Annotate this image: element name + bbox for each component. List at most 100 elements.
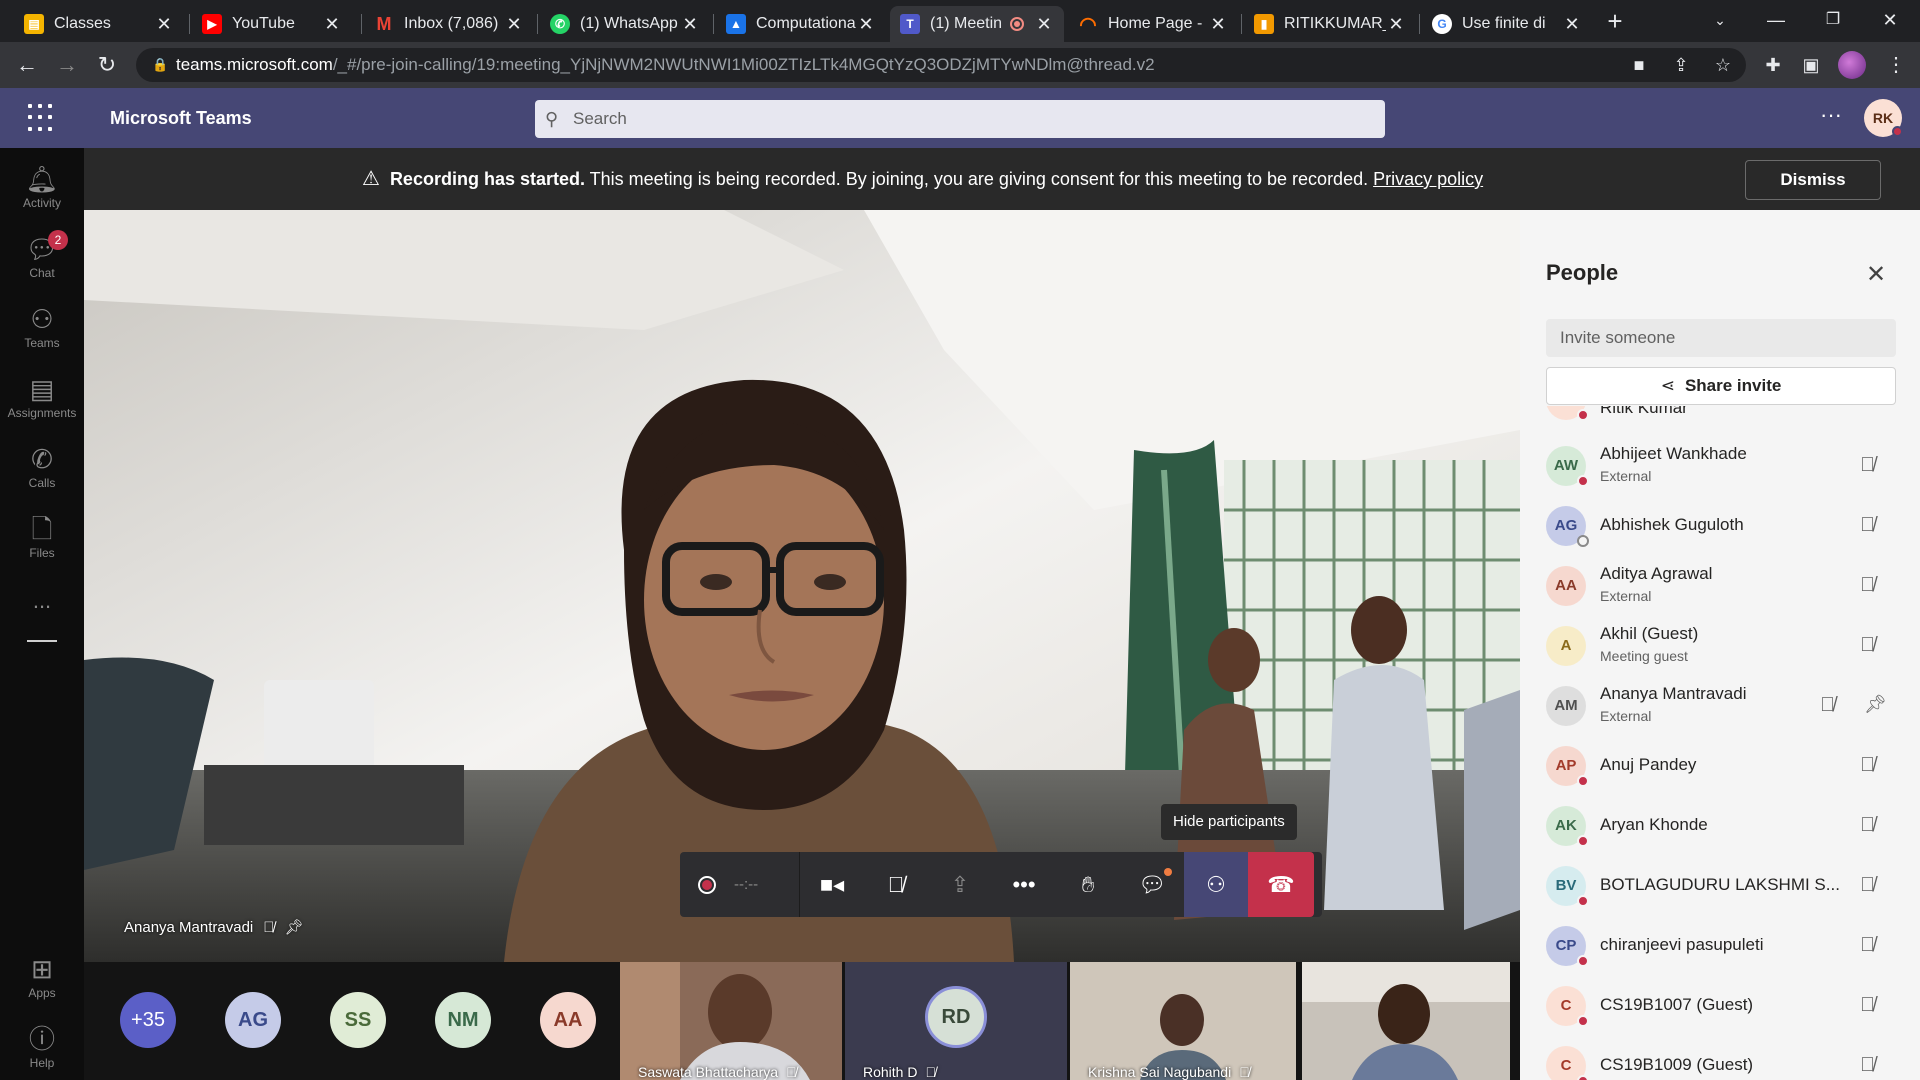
close-tab-icon[interactable]: ✕ [1034, 14, 1054, 35]
participant-name: Saswata Bhattacharya 🎙̸ [638, 1064, 797, 1080]
rail-item-assignments[interactable]: ▤ Assignments [0, 364, 84, 434]
participant-row[interactable]: C CS19B1009 (Guest) 🎙̸ [1520, 1036, 1920, 1080]
speaker-name-label: Ananya Mantravadi 🎙̸ 📌︎ [124, 918, 304, 936]
close-tab-icon[interactable]: ✕ [1562, 14, 1582, 35]
browser-tab-ritikkumar[interactable]: ▮ RITIKKUMAR_ ✕ [1244, 6, 1416, 42]
share-icon[interactable]: ⇪ [1666, 50, 1696, 80]
more-actions-button[interactable]: ••• [992, 852, 1056, 917]
youtube-icon: ▶ [202, 14, 222, 34]
participant-row[interactable]: BV BOTLAGUDURU LAKSHMI S... 🎙̸ [1520, 856, 1920, 916]
user-avatar[interactable]: RK [1864, 99, 1903, 137]
video-tile[interactable]: RD Rohith D 🎙̸ [845, 962, 1067, 1080]
pin-icon[interactable]: 📌︎ [1864, 694, 1887, 715]
participant-row[interactable]: AM Ananya Mantravadi External 🎙̸ 📌︎ [1520, 676, 1920, 736]
close-tab-icon[interactable]: ✕ [322, 14, 342, 35]
share-content-button[interactable]: ⇪ [928, 852, 992, 917]
participant-row[interactable]: A Akhil (Guest) Meeting guest 🎙̸ [1520, 616, 1920, 676]
browser-tab-youtube[interactable]: ▶ YouTube ✕ [192, 6, 352, 42]
camera-in-use-icon[interactable]: ■ [1624, 50, 1654, 80]
chat-button[interactable]: 💬︎ [1120, 852, 1184, 917]
filmstrip-avatar[interactable]: SS [330, 992, 386, 1048]
app-launcher-icon[interactable] [28, 104, 56, 132]
browser-tab-whatsapp[interactable]: ✆ (1) WhatsApp ✕ [540, 6, 710, 42]
chrome-menu-icon[interactable]: ⋮ [1886, 50, 1906, 80]
gmail-icon: M [376, 13, 392, 34]
rail-label: Apps [28, 986, 56, 1000]
browser-profile-avatar[interactable] [1838, 51, 1866, 79]
participant-row[interactable]: AG Abhishek Guguloth 🎙̸ [1520, 496, 1920, 556]
participant-avatar: AG [1546, 506, 1589, 547]
participant-list: Ritik Kumar 🎙̸ AW Abhijeet Wankhade Exte… [1520, 406, 1920, 1080]
participant-row[interactable]: AK Aryan Khonde 🎙̸ [1520, 796, 1920, 856]
share-invite-button[interactable]: ⋖ Share invite [1546, 367, 1896, 405]
participant-name: Krishna Sai Nagubandi 🎙̸ [1088, 1064, 1250, 1080]
participant-row[interactable]: Ritik Kumar 🎙̸ [1520, 406, 1920, 430]
search-input[interactable]: ⚲ Search [535, 100, 1385, 138]
participants-button[interactable]: ⚇ [1184, 852, 1248, 917]
browser-tab-gmail[interactable]: M Inbox (7,086) ✕ [364, 6, 534, 42]
browser-tab-meeting[interactable]: T (1) Meetin ✕ [890, 6, 1064, 42]
minimize-button[interactable]: — [1748, 0, 1804, 42]
close-window-button[interactable]: ✕ [1862, 0, 1918, 42]
dismiss-button[interactable]: Dismiss [1745, 160, 1881, 200]
participant-row[interactable]: CP chiranjeevi pasupuleti 🎙̸ [1520, 916, 1920, 976]
tab-search-button[interactable]: ⌄ [1692, 0, 1748, 42]
video-tile[interactable]: Saswata Bhattacharya 🎙̸ [620, 962, 842, 1080]
participant-row[interactable]: AW Abhijeet Wankhade External 🎙̸ [1520, 436, 1920, 496]
rail-item-chat[interactable]: 💬︎ Chat 2 [0, 224, 84, 294]
teams-header: Microsoft Teams ⚲ Search ··· RK [0, 88, 1920, 148]
close-tab-icon[interactable]: ✕ [504, 14, 524, 35]
new-tab-button[interactable]: + [1600, 6, 1630, 36]
rail-label: Chat [29, 266, 55, 280]
swirl-icon: ◠ [1079, 13, 1097, 36]
file-icon: 🗋 [31, 514, 53, 544]
restore-button[interactable]: ❐ [1805, 0, 1861, 42]
rail-item-teams[interactable]: ⚇ Teams [0, 294, 84, 364]
close-tab-icon[interactable]: ✕ [154, 14, 174, 35]
bookmark-star-icon[interactable]: ☆ [1708, 50, 1738, 80]
browser-tab-classes[interactable]: ▤ Classes ✕ [14, 6, 184, 42]
side-panel-icon[interactable]: ▣ [1796, 50, 1826, 80]
overflow-participants-button[interactable]: +35 [120, 992, 176, 1048]
leave-call-button[interactable]: ☎ [1248, 852, 1314, 917]
raise-hand-button[interactable]: ✋︎ [1056, 852, 1120, 917]
rail-item-calls[interactable]: ✆ Calls [0, 434, 84, 504]
participant-row[interactable]: AP Anuj Pandey 🎙̸ [1520, 736, 1920, 796]
participant-row[interactable]: AA Aditya Agrawal External 🎙̸ [1520, 556, 1920, 616]
video-tile[interactable]: Krishna Sai Nagubandi 🎙̸ [1070, 962, 1296, 1080]
filmstrip-avatar[interactable]: AA [540, 992, 596, 1048]
rail-item-files[interactable]: 🗋 Files [0, 504, 84, 574]
invite-someone-input[interactable]: Invite someone [1546, 319, 1896, 357]
rail-item-apps[interactable]: ⊞ Apps [0, 944, 84, 1014]
extensions-icon[interactable]: ✚ [1758, 50, 1788, 80]
forward-button[interactable]: → [52, 50, 82, 80]
rail-item-activity[interactable]: 🔔︎ Activity [0, 154, 84, 224]
people-icon: ⚇ [1206, 871, 1226, 897]
camera-button[interactable]: ■◂ [800, 852, 864, 917]
close-tab-icon[interactable]: ✕ [1208, 14, 1228, 35]
privacy-policy-link[interactable]: Privacy policy [1373, 169, 1483, 189]
browser-tab-home-page[interactable]: ◠ Home Page - ✕ [1068, 6, 1238, 42]
rail-item-help[interactable]: ⓘ Help [0, 1014, 84, 1080]
more-apps-icon[interactable]: ... [0, 588, 84, 614]
close-tab-icon[interactable]: ✕ [856, 14, 876, 35]
video-tile[interactable] [1302, 962, 1510, 1080]
back-button[interactable]: ← [12, 50, 42, 80]
recording-status[interactable]: --:-- [680, 852, 800, 917]
participant-avatar: AK [1546, 806, 1589, 847]
browser-tab-use-finite[interactable]: G Use finite di ✕ [1422, 6, 1592, 42]
pin-icon[interactable]: 📌︎ [285, 919, 304, 936]
filmstrip-avatar[interactable]: NM [435, 992, 491, 1048]
mic-off-icon: 🎙̸ [925, 1064, 936, 1080]
participant-row[interactable]: C CS19B1007 (Guest) 🎙̸ [1520, 976, 1920, 1036]
close-icon[interactable]: ✕ [1866, 260, 1886, 289]
mic-button[interactable]: 🎙̸ [864, 852, 928, 917]
reload-button[interactable]: ↻ [92, 50, 122, 80]
close-tab-icon[interactable]: ✕ [680, 14, 700, 35]
mic-off-icon: 🎙̸ [1860, 406, 1875, 411]
address-bar[interactable]: 🔒 teams.microsoft.com/_#/pre-join-calling… [136, 48, 1746, 82]
filmstrip-avatar[interactable]: AG [225, 992, 281, 1048]
more-options-icon[interactable]: ··· [1820, 102, 1842, 128]
browser-tab-computational[interactable]: ▲ Computationa ✕ [716, 6, 886, 42]
close-tab-icon[interactable]: ✕ [1386, 14, 1406, 35]
